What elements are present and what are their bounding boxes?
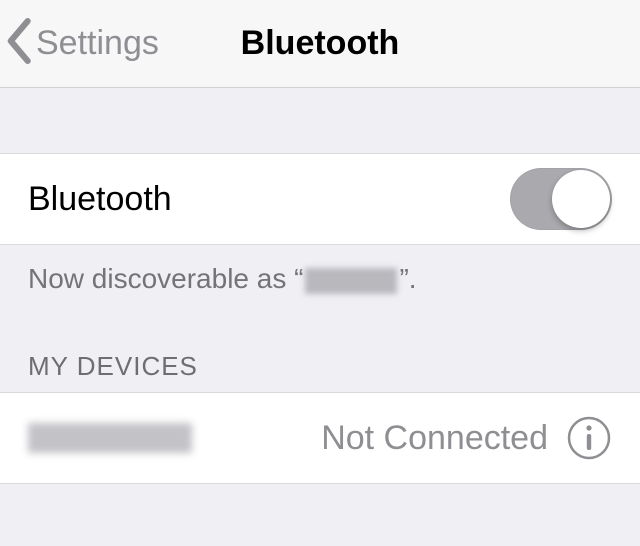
page-title: Bluetooth	[241, 24, 400, 63]
discoverable-suffix: ”.	[399, 263, 416, 294]
bluetooth-toggle-row: Bluetooth	[0, 153, 640, 245]
redacted-paired-device	[28, 423, 192, 453]
nav-header: Settings Bluetooth	[0, 0, 640, 88]
back-button[interactable]: Settings	[6, 0, 159, 87]
redacted-device-name	[305, 268, 397, 294]
my-devices-header: MY DEVICES	[0, 295, 640, 392]
toggle-knob	[552, 170, 610, 228]
chevron-left-icon	[6, 18, 34, 69]
device-row-right: Not Connected	[321, 415, 612, 461]
bluetooth-label: Bluetooth	[28, 180, 172, 219]
info-icon[interactable]	[566, 415, 612, 461]
discoverable-text: Now discoverable as “ ”.	[0, 245, 640, 295]
discoverable-prefix: Now discoverable as “	[28, 263, 303, 294]
device-row[interactable]: Not Connected	[0, 392, 640, 484]
spacer	[0, 88, 640, 153]
back-label: Settings	[36, 24, 159, 63]
device-status: Not Connected	[321, 419, 548, 458]
bluetooth-toggle[interactable]	[510, 168, 612, 230]
